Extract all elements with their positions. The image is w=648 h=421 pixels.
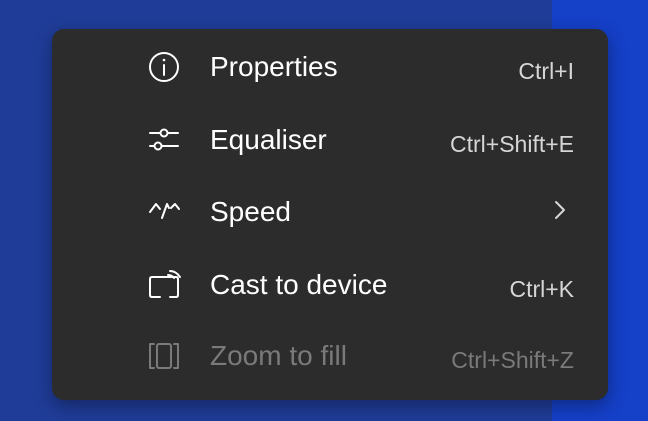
- speedometer-icon: [146, 194, 182, 230]
- info-icon: [146, 49, 182, 85]
- context-menu: Properties Ctrl+I Equaliser Ctrl+Shift+E: [52, 29, 608, 400]
- menu-item-cast-to-device[interactable]: Cast to device Ctrl+K: [52, 259, 608, 319]
- chevron-right-icon: [552, 198, 568, 222]
- menu-item-label: Properties: [210, 51, 338, 82]
- menu-item-label: Cast to device: [210, 269, 388, 300]
- sliders-icon: [146, 122, 182, 158]
- menu-item-label: Zoom to fill: [210, 340, 347, 371]
- cast-icon: [146, 267, 182, 303]
- menu-item-label: Speed: [210, 196, 291, 227]
- zoom-fill-icon: [146, 338, 182, 374]
- menu-item-properties[interactable]: Properties Ctrl+I: [52, 41, 608, 101]
- shortcut-text: Ctrl+Shift+E: [450, 131, 574, 157]
- menu-item-speed[interactable]: Speed: [52, 186, 608, 246]
- menu-item-equaliser[interactable]: Equaliser Ctrl+Shift+E: [52, 114, 608, 174]
- menu-item-label: Equaliser: [210, 124, 327, 155]
- menu-item-zoom-to-fill: Zoom to fill Ctrl+Shift+Z: [52, 330, 608, 390]
- shortcut-text: Ctrl+I: [518, 58, 574, 84]
- shortcut-text: Ctrl+Shift+Z: [451, 347, 574, 373]
- shortcut-text: Ctrl+K: [509, 276, 574, 302]
